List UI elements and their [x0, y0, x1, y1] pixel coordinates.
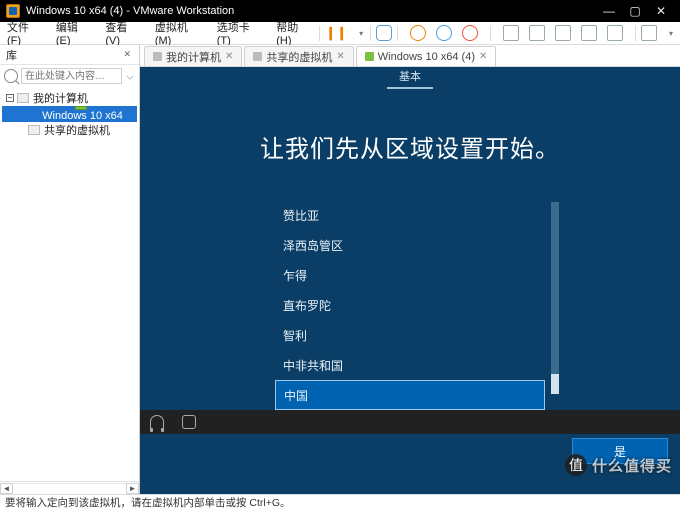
oobe-heading: 让我们先从区域设置开始。 — [140, 129, 680, 164]
menu-edit[interactable]: 编辑(E) — [49, 19, 98, 47]
library-search — [0, 65, 139, 87]
library-pane: 库 ✕ − 我的计算机 Windows 10 x64 共享的虚拟机 ◄ — [0, 45, 140, 494]
menubar: 文件(F) 编辑(E) 查看(V) 虚拟机(M) 选项卡(T) 帮助(H) ❙❙… — [0, 22, 680, 45]
scroll-left-icon[interactable]: ◄ — [0, 483, 13, 494]
snapshot-button[interactable] — [371, 25, 397, 41]
region-option[interactable]: 泽西岛管区 — [275, 230, 545, 260]
region-list-container: 赞比亚泽西岛管区乍得直布罗陀智利中非共和国中国 — [275, 200, 545, 410]
vm-icon — [365, 52, 374, 61]
shared-icon — [253, 52, 262, 61]
region-option[interactable]: 智利 — [275, 320, 545, 350]
tree-item-windows10[interactable]: Windows 10 x64 — [2, 106, 137, 122]
grid-icon-1[interactable] — [498, 25, 524, 41]
pause-button[interactable]: ❙❙ — [320, 25, 352, 41]
close-button[interactable]: ✕ — [648, 4, 674, 18]
library-header: 库 ✕ — [0, 45, 139, 65]
scrollbar-thumb[interactable] — [551, 374, 559, 394]
region-option[interactable]: 中国 — [275, 380, 545, 410]
oobe-subtab-basic[interactable]: 基本 — [387, 65, 433, 89]
home-icon — [153, 52, 162, 61]
menu-help[interactable]: 帮助(H) — [269, 19, 319, 47]
oobe-tray — [140, 410, 680, 434]
tab-close-icon[interactable]: ✕ — [479, 51, 487, 62]
tree-root-label: 我的计算机 — [33, 90, 88, 106]
fullscreen-button[interactable] — [636, 25, 662, 41]
menu-vm[interactable]: 虚拟机(M) — [148, 19, 210, 47]
accessibility-icon[interactable] — [150, 415, 164, 429]
scroll-right-icon[interactable]: ► — [126, 483, 139, 494]
tab-label: Windows 10 x64 (4) — [378, 51, 475, 63]
window-title: Windows 10 x64 (4) - VMware Workstation — [26, 5, 234, 17]
region-option[interactable]: 直布罗陀 — [275, 290, 545, 320]
revert-icon[interactable] — [457, 25, 483, 41]
statusbar: 要将输入定向到该虚拟机，请在虚拟机内部单击或按 Ctrl+G。 — [0, 494, 680, 509]
region-option[interactable]: 中非共和国 — [275, 350, 545, 380]
tree-item-label: 共享的虚拟机 — [44, 122, 110, 138]
region-scrollbar[interactable] — [551, 202, 559, 394]
tab-close-icon[interactable]: ✕ — [225, 51, 233, 62]
computer-icon — [17, 93, 29, 103]
tab-my-computer[interactable]: 我的计算机 ✕ — [144, 46, 242, 66]
tree-item-label: Windows 10 x64 — [42, 110, 123, 122]
library-title: 库 — [6, 47, 17, 63]
clock-icon[interactable] — [405, 25, 431, 41]
search-icon — [4, 69, 18, 83]
menu-view[interactable]: 查看(V) — [98, 19, 147, 47]
library-tree: − 我的计算机 Windows 10 x64 共享的虚拟机 — [0, 87, 139, 481]
grid-icon-4[interactable] — [576, 25, 602, 41]
tab-shared-vms[interactable]: 共享的虚拟机 ✕ — [244, 46, 353, 66]
tabstrip: 我的计算机 ✕ 共享的虚拟机 ✕ Windows 10 x64 (4) ✕ — [140, 45, 680, 67]
tree-item-shared[interactable]: 共享的虚拟机 — [2, 122, 137, 138]
tab-label: 共享的虚拟机 — [266, 49, 332, 65]
status-text: 要将输入定向到该虚拟机，请在虚拟机内部单击或按 Ctrl+G。 — [5, 495, 291, 509]
region-option[interactable]: 乍得 — [275, 260, 545, 290]
tree-root-my-computer[interactable]: − 我的计算机 — [2, 90, 137, 106]
menu-tabs[interactable]: 选项卡(T) — [210, 19, 270, 47]
maximize-button[interactable]: ▢ — [622, 4, 648, 18]
vmware-logo-icon — [6, 4, 20, 18]
region-option[interactable]: 赞比亚 — [275, 200, 545, 230]
minimize-button[interactable]: — — [596, 4, 622, 18]
library-search-input[interactable] — [21, 68, 122, 84]
microphone-icon[interactable] — [182, 415, 196, 429]
tab-windows10[interactable]: Windows 10 x64 (4) ✕ — [356, 46, 497, 66]
tab-label: 我的计算机 — [166, 49, 221, 65]
collapse-icon[interactable]: − — [6, 94, 14, 102]
library-close-icon[interactable]: ✕ — [123, 49, 133, 60]
shared-folder-icon — [28, 125, 40, 135]
grid-icon-3[interactable] — [550, 25, 576, 41]
vm-display[interactable]: 基本 让我们先从区域设置开始。 赞比亚泽西岛管区乍得直布罗陀智利中非共和国中国 … — [140, 67, 680, 494]
grid-icon-2[interactable] — [524, 25, 550, 41]
grid-icon-5[interactable] — [602, 25, 628, 41]
snapshot-manage-icon[interactable] — [431, 25, 457, 41]
yes-button[interactable]: 是 — [572, 438, 668, 464]
search-dropdown-icon[interactable] — [126, 72, 133, 79]
content-area: 我的计算机 ✕ 共享的虚拟机 ✕ Windows 10 x64 (4) ✕ 基本… — [140, 45, 680, 494]
tab-close-icon[interactable]: ✕ — [336, 51, 344, 62]
region-list[interactable]: 赞比亚泽西岛管区乍得直布罗陀智利中非共和国中国 — [275, 200, 545, 410]
oobe-subtab-bar: 基本 — [140, 67, 680, 89]
menu-file[interactable]: 文件(F) — [0, 19, 49, 47]
library-hscrollbar[interactable]: ◄ ► — [0, 481, 139, 494]
